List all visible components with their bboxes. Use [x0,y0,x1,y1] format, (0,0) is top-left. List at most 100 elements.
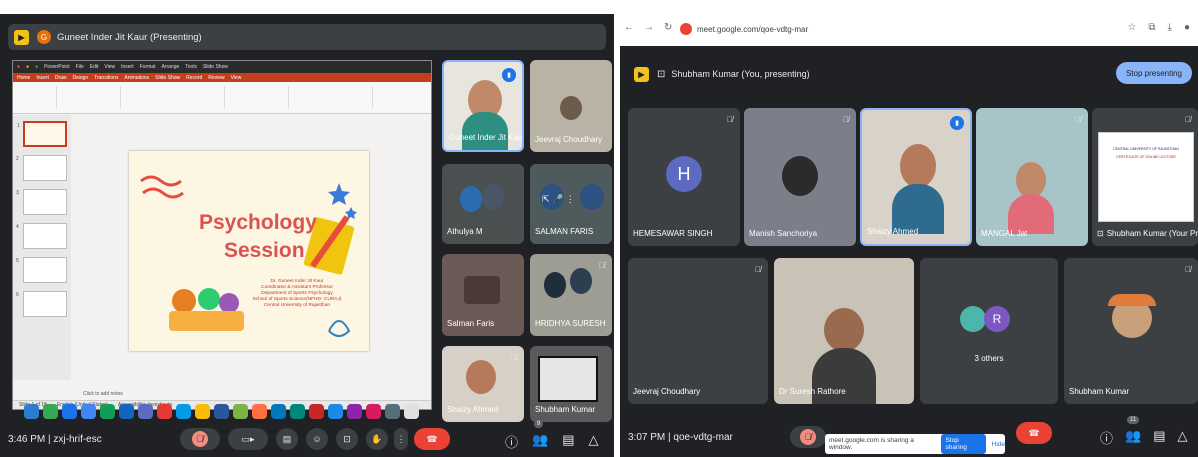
participant-tile[interactable]: Dr Suresh Rathore [774,258,914,404]
people-icon[interactable]: 👥 9 [532,420,548,451]
dock-app-icon[interactable] [62,403,77,419]
dock-app-icon[interactable] [233,403,248,419]
stop-presenting-button[interactable]: Stop presenting [1115,62,1192,84]
tab-transitions[interactable]: Transitions [94,75,118,81]
chat-icon[interactable]: ▤ [562,432,574,451]
browser-actions: ☆ ⧉ ⤓ ● [1127,22,1190,33]
dock-app-icon[interactable] [195,403,210,419]
emoji-button[interactable]: ☺ [306,428,328,450]
activities-icon[interactable]: △ [1178,428,1188,447]
dock-app-icon[interactable] [138,403,153,419]
dock-app-icon[interactable] [404,403,419,419]
mic-toggle-button[interactable]: 🎙̸ [180,428,220,450]
participant-tile[interactable]: Salman Faris [442,254,524,336]
activities-icon[interactable]: △ [589,432,599,451]
presenter-label: Shubham Kumar (You, presenting) [671,69,810,79]
slide-thumbnail[interactable]: 4 [16,223,67,249]
mic-toggle-button[interactable]: 🎙̸ [790,426,826,448]
tab-review[interactable]: Review [208,75,224,81]
back-icon[interactable]: ← [624,22,634,33]
participant-tile[interactable]: ⇱ 🎤 ⋮ SALMAN FARIS [530,164,612,244]
people-icon[interactable]: 👥 11 [1125,416,1141,447]
dock-app-icon[interactable] [176,403,191,419]
camera-toggle-button[interactable]: ▭▸ [228,428,268,450]
mic-off-icon: 🎙̸ [191,431,209,447]
dock-app-icon[interactable] [366,403,381,419]
tab-view[interactable]: View [231,75,242,81]
tile-hover-controls[interactable]: ⇱ 🎤 ⋮ [542,194,575,205]
dock-app-icon[interactable] [347,403,362,419]
mac-dock [12,400,432,422]
emoji-icon: ☺ [312,434,322,444]
profile-icon[interactable]: ● [1184,22,1190,33]
present-button[interactable]: ⊡ [336,428,358,450]
participant-tile[interactable]: 🎙̸ Shubham Kumar [1064,258,1198,404]
hide-button[interactable]: Hide [992,441,1005,448]
participant-tile[interactable]: ▮ Guneet Inder Jit Kau... [442,60,524,152]
tab-design[interactable]: Design [73,75,89,81]
address-bar[interactable]: meet.google.com/qoe-vdtg-mar [680,20,980,38]
side-controls: ⓘ 👥11 ▤ △ 🔒 [1100,416,1198,447]
notes-placeholder[interactable]: Click to add notes [83,391,123,397]
dock-app-icon[interactable] [81,403,96,419]
others-label: 3 others [974,354,1004,363]
reload-icon[interactable]: ↻ [664,22,672,33]
info-icon[interactable]: ⓘ [1100,428,1113,447]
participant-tile[interactable]: 🎙̸ Jeevraj Choudhary [628,258,768,404]
tab-insert[interactable]: Insert [36,75,49,81]
tab-home[interactable]: Home [17,75,30,81]
participant-tile[interactable]: H 🎙̸ HEMESAWAR SINGH [628,108,740,246]
extensions-icon[interactable]: ⧉ [1148,22,1155,33]
participant-tile[interactable]: 🎙̸ HRIDHYA SURESH [530,254,612,336]
slide-thumbnail[interactable]: 3 [16,189,67,215]
dock-app-icon[interactable] [157,403,172,419]
participant-tile[interactable]: R 3 others [920,258,1058,404]
dock-app-icon[interactable] [328,403,343,419]
current-slide[interactable]: Psychology Session Dr. Guneet Inder Jit … [129,151,369,351]
tab-draw[interactable]: Draw [55,75,67,81]
dock-app-icon[interactable] [24,403,39,419]
participant-tile[interactable]: Athulya M [442,164,524,244]
end-call-button[interactable]: ☎ [414,428,450,450]
bookmark-star-icon[interactable]: ☆ [1127,22,1136,33]
slide-thumbnail[interactable]: 6 [16,291,67,317]
dock-app-icon[interactable] [309,403,324,419]
forward-icon[interactable]: → [644,22,654,33]
slide-credits: Dr. Guneet Inder Jit Kaur Coordinator & … [252,279,342,308]
participant-tile[interactable]: 🎙̸ MANGAL Jat [976,108,1088,246]
dock-app-icon[interactable] [100,403,115,419]
slide-thumbnail[interactable]: 5 [16,257,67,283]
end-call-button[interactable]: ☎ [1016,422,1052,444]
slide-thumbnail[interactable]: 1 [17,121,67,147]
chat-icon[interactable]: ▤ [1153,428,1165,447]
sharing-notification: meet.google.com is sharing a window. Sto… [825,434,1005,454]
muted-mic-icon: 🎙̸ [1185,115,1191,124]
muted-mic-icon: 🎙̸ [511,353,517,362]
meeting-info: 3:07 PM | qoe-vdtg-mar [628,432,733,443]
more-options-button[interactable]: ⋮ [394,428,408,450]
dock-app-icon[interactable] [214,403,229,419]
tab-record[interactable]: Record [186,75,202,81]
participant-tile[interactable]: Jeevraj Choudhary [530,60,612,152]
raise-hand-button[interactable]: ✋ [366,428,388,450]
speaking-indicator-icon: ▮ [950,116,964,130]
dock-app-icon[interactable] [385,403,400,419]
dock-app-icon[interactable] [252,403,267,419]
muted-mic-icon: 🎙̸ [843,115,849,124]
download-icon[interactable]: ⤓ [1168,22,1172,33]
slide-thumbnail[interactable]: 2 [16,155,67,181]
stop-sharing-button[interactable]: Stop sharing [940,434,986,454]
captions-button[interactable]: ▤ [276,428,298,450]
participant-tile[interactable]: 🎙̸ Manish Sanchoriya [744,108,856,246]
participant-tile[interactable]: CENTRAL UNIVERSITY OF RAJASTHAN CERTIFIC… [1092,108,1198,246]
dock-app-icon[interactable] [119,403,134,419]
dock-app-icon[interactable] [271,403,286,419]
info-icon[interactable]: ⓘ [505,432,518,451]
participant-tile[interactable]: ▮ Shaizy Ahmed [860,108,972,246]
participant-tile[interactable]: 🎙̸ Shaizy Ahmed [442,346,524,422]
participant-tile[interactable]: Shubham Kumar [530,346,612,422]
dock-app-icon[interactable] [43,403,58,419]
tab-animations[interactable]: Animations [124,75,149,81]
dock-app-icon[interactable] [290,403,305,419]
tab-slide-show[interactable]: Slide Show [155,75,180,81]
